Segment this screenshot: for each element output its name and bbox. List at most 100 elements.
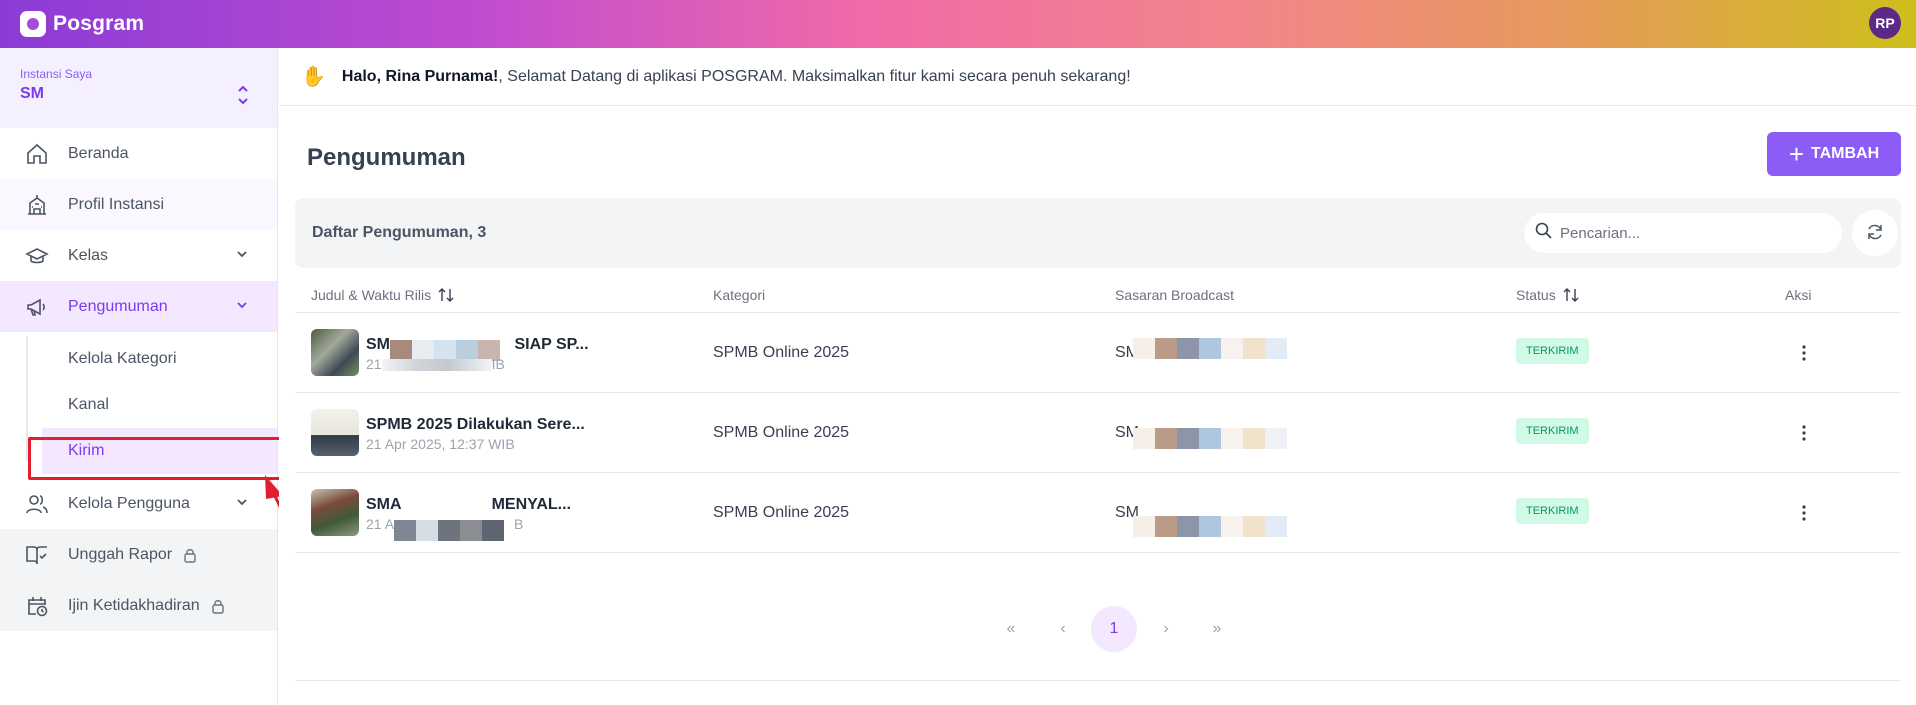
sidebar-item-label: Kelola Pengguna — [68, 494, 190, 512]
lock-icon — [210, 598, 226, 614]
column-header-title[interactable]: Judul & Waktu Rilis — [311, 287, 454, 303]
sidebar-subitem-kirim[interactable]: Kirim — [42, 428, 277, 474]
status-badge: TERKIRIM — [1516, 338, 1589, 364]
megaphone-icon — [24, 294, 50, 320]
sidebar-item-unggah-rapor[interactable]: Unggah Rapor — [0, 529, 277, 580]
column-label: Kategori — [713, 287, 766, 303]
first-page-button[interactable]: « — [988, 606, 1034, 652]
table-row[interactable]: SM SIAP SP... 21 IB SPMB Online 2025 SM T… — [295, 313, 1901, 393]
time-part: B — [514, 516, 524, 532]
sidebar-item-label: Profil Instansi — [68, 195, 165, 213]
instansi-switcher[interactable]: Instansi Saya SM — [0, 48, 277, 128]
page-header: Pengumuman + TAMBAH — [279, 106, 1916, 196]
column-label: Status — [1516, 287, 1556, 303]
category-cell: SPMB Online 2025 — [713, 424, 850, 441]
sidebar: Instansi Saya SM Beranda Profil Instansi… — [0, 48, 278, 705]
list-toolbar: Daftar Pengumuman, 3 — [295, 198, 1901, 268]
sidebar-item-kelola-pengguna[interactable]: Kelola Pengguna — [0, 478, 277, 529]
posgram-logo-icon — [20, 11, 46, 37]
release-time: 21 Apr 2025, 12:37 WIB — [366, 436, 515, 452]
table-header: Judul & Waktu Rilis Kategori Sasaran Bro… — [295, 278, 1901, 313]
pagination: « ‹ 1 › » — [295, 591, 1901, 681]
page-title: Pengumuman — [307, 144, 466, 171]
time-part: 21 — [366, 356, 382, 372]
sort-icon — [438, 288, 454, 302]
sidebar-subitem-kanal[interactable]: Kanal — [26, 382, 277, 428]
announcement-thumbnail — [311, 409, 359, 456]
sidebar-subitem-kelola-kategori[interactable]: Kelola Kategori — [26, 336, 277, 382]
instansi-name-text: SM — [20, 85, 44, 102]
top-bar: Posgram RP — [0, 0, 1916, 48]
last-page-button[interactable]: » — [1194, 606, 1240, 652]
instansi-name: SM — [20, 85, 257, 103]
redacted-text — [381, 359, 492, 372]
table-row[interactable]: SMA MENYAL... 21 AB SPMB Online 2025 SM T… — [295, 473, 1901, 553]
table-row[interactable]: SPMB 2025 Dilakukan Sere... 21 Apr 2025,… — [295, 393, 1901, 473]
welcome-greeting: Halo, Rina Purnama! — [341, 67, 499, 85]
prev-page-button[interactable]: ‹ — [1040, 606, 1086, 652]
title-part: SM — [366, 336, 390, 353]
next-page-button[interactable]: › — [1143, 606, 1189, 652]
chevron-up-down-icon[interactable] — [237, 84, 249, 108]
column-label: Sasaran Broadcast — [1115, 287, 1235, 303]
announcement-thumbnail — [311, 329, 359, 376]
chevron-down-icon — [235, 247, 249, 266]
pengumuman-submenu: Kelola Kategori Kanal Kirim — [0, 336, 277, 474]
more-actions-button[interactable] — [1793, 499, 1815, 527]
search-input[interactable] — [1560, 224, 1830, 242]
column-header-target: Sasaran Broadcast — [1115, 287, 1234, 303]
sidebar-item-ijin-ketidakhadiran[interactable]: Ijin Ketidakhadiran — [0, 580, 277, 631]
announcement-title: SMA MENYAL... — [366, 496, 571, 514]
more-actions-button[interactable] — [1793, 419, 1815, 447]
redacted-text — [44, 86, 194, 101]
welcome-banner: ✋ Halo, Rina Purnama!, Selamat Datang di… — [279, 48, 1916, 106]
add-button-label: TAMBAH — [1811, 145, 1880, 162]
home-icon — [24, 141, 50, 167]
refresh-button[interactable] — [1852, 210, 1898, 256]
sidebar-item-kelas[interactable]: Kelas — [0, 230, 277, 281]
redacted-text — [1133, 516, 1287, 537]
welcome-message: , Selamat Datang di aplikasi POSGRAM. Ma… — [498, 67, 1131, 85]
book-check-icon — [24, 542, 50, 568]
sidebar-item-label: Unggah Rapor — [68, 545, 173, 563]
app-logo[interactable]: Posgram — [20, 11, 144, 37]
column-header-status[interactable]: Status — [1516, 287, 1579, 303]
column-label: Judul & Waktu Rilis — [311, 287, 432, 303]
sidebar-item-label: Ijin Ketidakhadiran — [68, 596, 200, 614]
search-box[interactable] — [1524, 213, 1842, 253]
redacted-text — [1133, 338, 1287, 359]
sidebar-item-label: Beranda — [68, 144, 129, 162]
sidebar-item-pengumuman[interactable]: Pengumuman — [0, 281, 277, 332]
status-badge: TERKIRIM — [1516, 418, 1589, 444]
redacted-text — [394, 520, 514, 541]
release-time: 21 IB — [366, 356, 505, 372]
column-header-actions: Aksi — [1785, 287, 1811, 303]
kebab-menu-icon — [1802, 425, 1806, 441]
sidebar-subitem-label: Kirim — [68, 442, 105, 459]
chevron-down-icon — [235, 298, 249, 317]
more-actions-button[interactable] — [1793, 339, 1815, 367]
kebab-menu-icon — [1802, 345, 1806, 361]
app-name: Posgram — [53, 12, 145, 35]
lock-icon — [182, 547, 198, 563]
title-part: SMA — [366, 496, 402, 513]
category-cell: SPMB Online 2025 — [713, 344, 850, 361]
page-number-button[interactable]: 1 — [1091, 606, 1137, 652]
search-icon — [1535, 222, 1552, 244]
add-announcement-button[interactable]: + TAMBAH — [1767, 132, 1901, 176]
column-label: Aksi — [1785, 287, 1812, 303]
sidebar-item-label: Kelas — [68, 246, 109, 264]
welcome-text: Halo, Rina Purnama!, Selamat Datang di a… — [342, 68, 1131, 86]
announcement-title: SM SIAP SP... — [366, 336, 589, 361]
chevron-down-icon — [235, 495, 249, 514]
column-header-category: Kategori — [713, 287, 765, 303]
category-cell: SPMB Online 2025 — [713, 504, 850, 521]
graduation-cap-icon — [24, 243, 50, 269]
redacted-text — [1133, 428, 1287, 449]
sort-icon — [1563, 288, 1579, 302]
instansi-label: Instansi Saya — [20, 67, 93, 81]
sidebar-item-profil-instansi[interactable]: Profil Instansi — [0, 179, 277, 230]
user-avatar[interactable]: RP — [1869, 7, 1901, 39]
sidebar-item-beranda[interactable]: Beranda — [0, 128, 277, 179]
announcement-thumbnail — [311, 489, 359, 536]
